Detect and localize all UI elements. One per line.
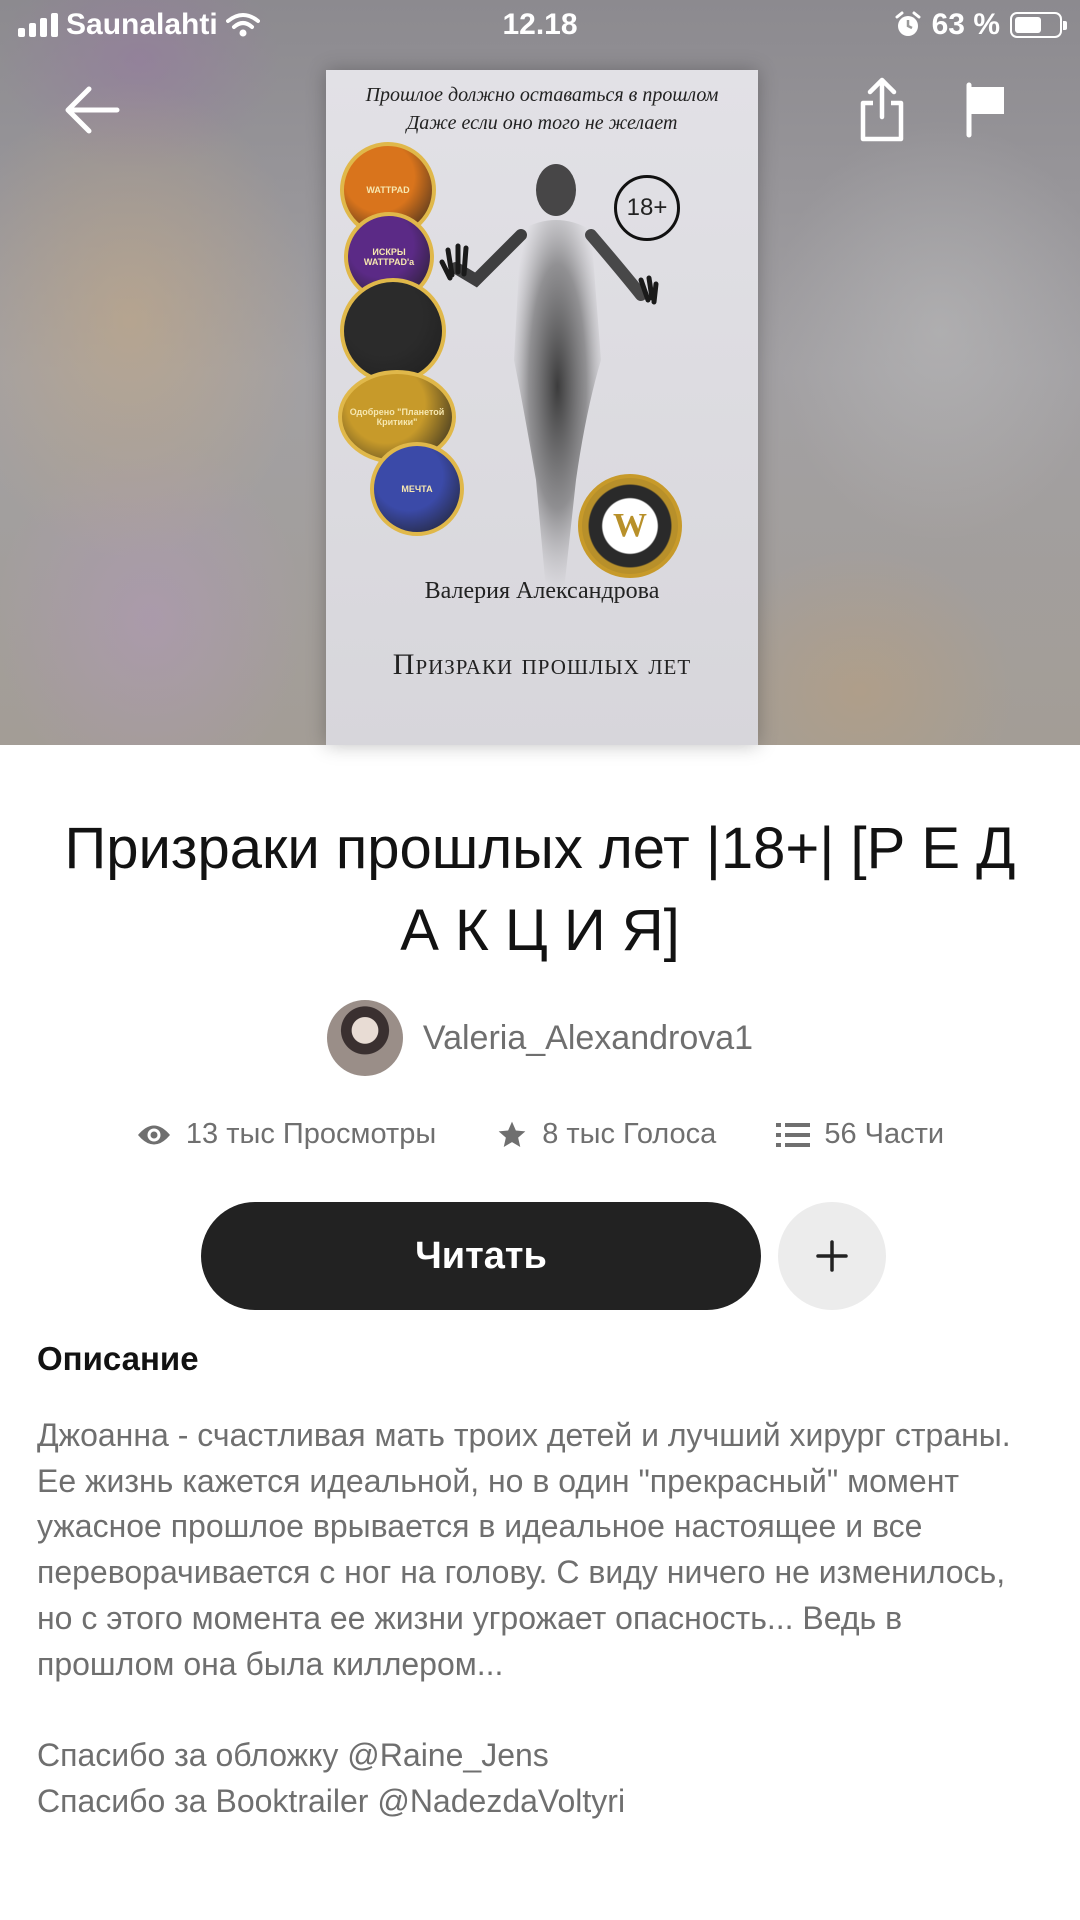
parts-stat: 56 Части [776,1118,944,1151]
cover-tagline-1: Прошлое должно оставаться в прошлом [365,84,719,106]
cover-tagline-2: Даже если оно того не желает [406,112,678,134]
read-button[interactable]: Читать [201,1202,761,1310]
status-right: 63 % [894,8,1067,42]
battery-level [1015,17,1041,33]
views-count: 13 тыс Просмотры [185,1118,437,1150]
report-button[interactable] [946,75,1026,145]
author-username[interactable]: Valeria_Alexandrova1 [423,1019,753,1058]
award-badge: W [578,474,682,578]
author-link[interactable]: Valeria_Alexandrova1 [0,1000,1080,1076]
views-stat: 13 тыс Просмотры [136,1118,436,1151]
description-heading: Описание [37,1340,199,1377]
list-icon [776,1122,811,1147]
description-text: Джоанна - счастливая мать троих детей и … [37,1417,1011,1819]
share-icon [860,77,904,142]
book-cover: Прошлое должно оставаться в прошлом Даже… [326,70,758,745]
battery-icon [1010,12,1067,38]
parts-count: 56 Части [824,1118,945,1150]
cover-author: Валерия Александрова [424,578,660,604]
star-icon [498,1121,526,1147]
alarm-icon [895,11,921,36]
back-button[interactable] [52,75,132,145]
battery-percent: 63 % [931,8,1000,41]
avatar[interactable] [326,1000,403,1076]
eye-icon [137,1125,170,1144]
add-to-library-button[interactable] [778,1202,886,1310]
cover-title: Призраки прошлых лет [392,648,692,681]
story-stats: 13 тыс Просмотры 8 тыс Голоса 56 Части [0,1118,1080,1151]
share-button[interactable] [842,75,922,145]
votes-count: 8 тыс Голоса [542,1118,717,1150]
flag-icon [966,82,1004,138]
status-bar: Saunalahti 12.18 63 % [0,0,1080,56]
award-badge-portrait [340,278,446,384]
back-arrow-icon [65,86,120,134]
age-rating-badge: 18+ [614,175,680,241]
votes-stat: 8 тыс Голоса [496,1118,716,1151]
plus-icon [816,1240,848,1272]
award-badge: МЕЧТА [370,442,464,536]
story-title: Призраки прошлых лет |18+| [Р Е Д А К Ц … [64,816,1016,963]
